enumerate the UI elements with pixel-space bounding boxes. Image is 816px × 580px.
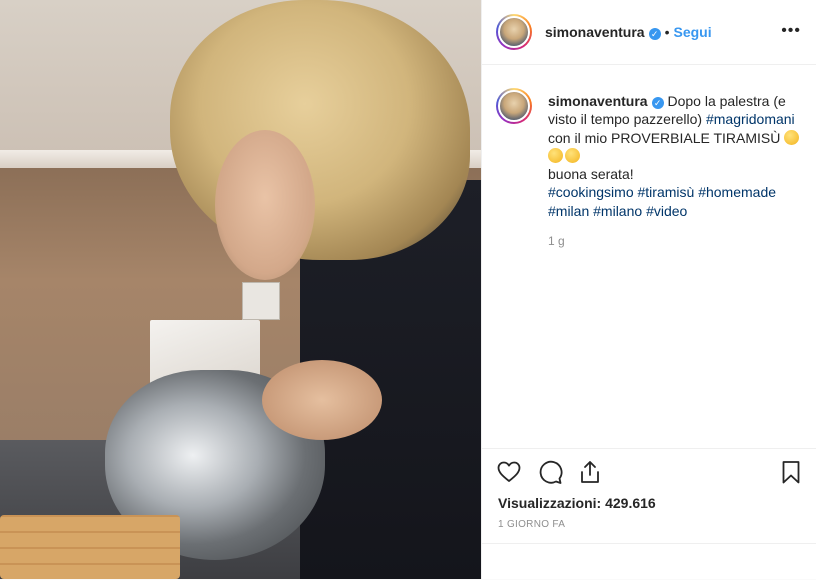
hashtag-link[interactable]: #milano [593,203,642,219]
hashtag-link[interactable]: #tiramisù [638,184,695,200]
hashtag-link[interactable]: #video [646,203,687,219]
hashtag-link[interactable]: #magridomani [706,111,795,127]
caption-timestamp[interactable]: 1 g [548,234,565,248]
post-date[interactable]: 1 giorno fa [498,519,565,530]
caption-text: simonaventura ✓ Dopo la palestra (e visto… [548,92,806,220]
video-person-hair [170,0,470,260]
savoring-food-emoji [548,147,563,163]
views-count[interactable]: Visualizzazioni: 429.616 [498,495,656,511]
share-icon[interactable] [577,459,603,485]
follow-button[interactable]: Segui [674,24,712,40]
post-header: simonaventura ✓ • Segui ••• [482,0,816,65]
hashtag-link[interactable]: #homemade [698,184,776,200]
views-label: Visualizzazioni: [498,495,602,511]
video-person-face [215,130,315,280]
username-link[interactable]: simonaventura [545,24,645,40]
post-video[interactable] [0,0,481,579]
post-actions: Visualizzazioni: 429.616 1 giorno fa [482,448,816,580]
views-value: 429.616 [605,495,656,511]
caption-text-2: con il mio PROVERBIALE TIRAMISÙ [548,129,781,146]
hashtag-link[interactable]: #milan [548,203,589,219]
caption-username-link[interactable]: simonaventura [548,93,648,109]
grinning-squinting-emoji [565,147,580,163]
heart-icon[interactable] [496,459,522,485]
video-hand [262,360,382,440]
caption-avatar[interactable] [496,88,532,124]
verified-badge-icon: ✓ [648,28,661,40]
separator-dot: • [664,24,670,40]
comment-divider [482,543,816,544]
more-options-icon[interactable]: ••• [781,22,801,40]
comment-icon[interactable] [537,459,563,485]
video-outlet [242,282,280,320]
caption-verified-badge-icon: ✓ [651,97,664,109]
header-name-row: simonaventura ✓ • Segui [545,24,712,40]
bookmark-icon[interactable] [778,459,804,485]
caption-text-3: buona serata! [548,166,634,183]
post-side-panel: simonaventura ✓ • Segui ••• simonaventura ✓ … [481,0,816,579]
avatar[interactable] [496,14,532,50]
video-biscuits [0,515,180,579]
hashtag-link[interactable]: #cookingsimo [548,184,634,200]
savoring-food-emoji [784,129,800,145]
